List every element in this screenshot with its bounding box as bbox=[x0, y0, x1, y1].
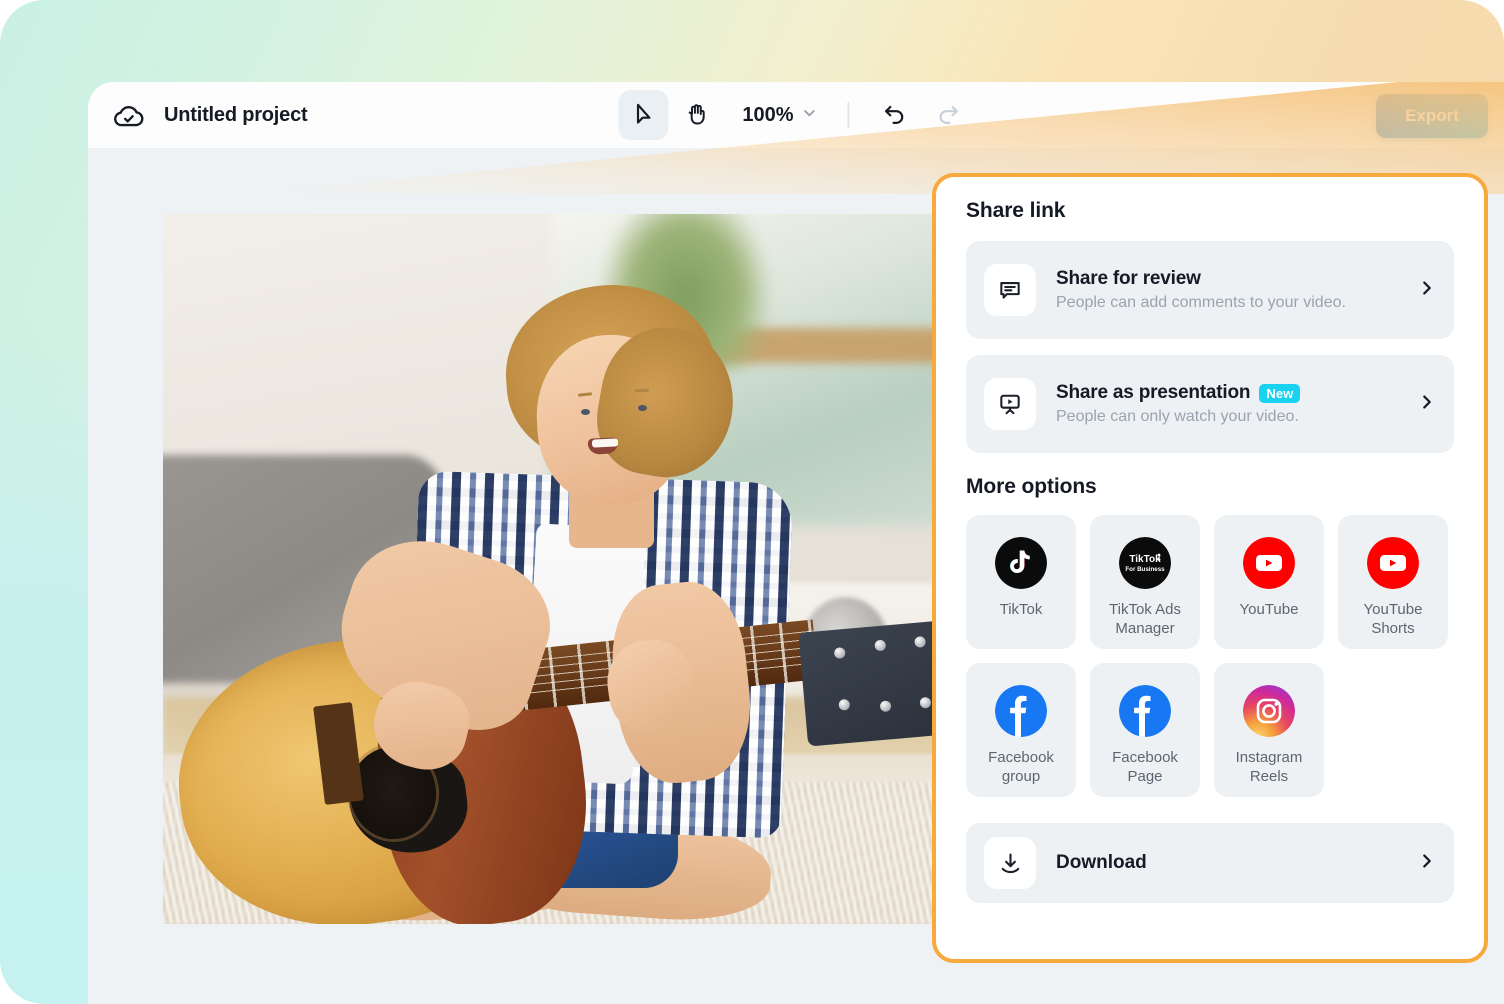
zoom-level-value: 100% bbox=[742, 104, 793, 127]
share-as-presentation-row[interactable]: Share as presentation New People can onl… bbox=[966, 355, 1454, 453]
share-for-review-title: Share for review bbox=[1056, 268, 1201, 290]
tiktok-icon bbox=[995, 537, 1047, 589]
select-tool-button[interactable] bbox=[618, 90, 668, 140]
select-cursor-icon bbox=[630, 101, 656, 130]
photo-guitar-tuner bbox=[874, 639, 886, 651]
hand-pan-icon bbox=[684, 101, 710, 130]
facebook-icon bbox=[995, 685, 1047, 737]
page-title: Untitled project bbox=[164, 104, 307, 127]
share-as-presentation-title: Share as presentation bbox=[1056, 382, 1250, 404]
tile-tiktok-ads-manager[interactable]: TikTok For Business TikTok Ads Manager bbox=[1090, 515, 1200, 649]
zoom-level-control[interactable]: 100% bbox=[726, 104, 827, 127]
photo-guitar-tuner bbox=[838, 699, 850, 711]
screenshot-root: Untitled project bbox=[0, 0, 1504, 1004]
top-toolbar: Untitled project bbox=[88, 82, 1504, 148]
tile-label: Facebook group bbox=[966, 749, 1076, 787]
tile-facebook-page[interactable]: Facebook Page bbox=[1090, 663, 1200, 797]
photo-guitar-tuner bbox=[879, 700, 891, 712]
share-as-presentation-title-line: Share as presentation New bbox=[1056, 382, 1418, 404]
undo-icon bbox=[882, 101, 908, 130]
project-brand-zone: Untitled project bbox=[88, 98, 307, 132]
photo-guitar-tuner bbox=[919, 696, 931, 708]
video-preview-image bbox=[163, 214, 943, 924]
photo-boy-teeth bbox=[592, 438, 618, 447]
canvas-tools: 100% bbox=[618, 90, 973, 140]
youtube-shorts-icon bbox=[1367, 537, 1419, 589]
social-destinations-grid: TikTok TikTok For Business TikTok Ads Ma… bbox=[966, 515, 1454, 797]
photo-boy-eye-left bbox=[581, 409, 590, 415]
facebook-icon bbox=[1119, 685, 1171, 737]
share-as-presentation-text: Share as presentation New People can onl… bbox=[1036, 382, 1418, 426]
redo-button[interactable] bbox=[924, 90, 974, 140]
presentation-play-icon bbox=[984, 378, 1036, 430]
tile-label: TikTok bbox=[996, 601, 1047, 620]
download-icon bbox=[984, 837, 1036, 889]
photo-guitar-headstock bbox=[798, 619, 943, 746]
download-label: Download bbox=[1036, 852, 1418, 874]
export-button[interactable]: Export bbox=[1376, 94, 1488, 138]
photo-guitar-tuner bbox=[914, 635, 926, 647]
photo-boy-eye-right bbox=[638, 405, 647, 411]
share-for-review-title-line: Share for review bbox=[1056, 268, 1418, 290]
tile-youtube[interactable]: YouTube bbox=[1214, 515, 1324, 649]
toolbar-divider bbox=[848, 102, 850, 128]
tile-instagram-reels[interactable]: Instagram Reels bbox=[1214, 663, 1324, 797]
tile-label: Facebook Page bbox=[1090, 749, 1200, 787]
tile-tiktok[interactable]: TikTok bbox=[966, 515, 1076, 649]
share-as-presentation-subtitle: People can only watch your video. bbox=[1056, 408, 1418, 426]
share-for-review-subtitle: People can add comments to your video. bbox=[1056, 294, 1418, 312]
cloud-check-icon bbox=[112, 98, 146, 132]
photo-guitar-tuner bbox=[834, 647, 846, 659]
more-options-heading: More options bbox=[966, 475, 1454, 499]
share-link-heading: Share link bbox=[966, 199, 1454, 223]
tile-facebook-group[interactable]: Facebook group bbox=[966, 663, 1076, 797]
tile-label: Instagram Reels bbox=[1214, 749, 1324, 787]
instagram-icon bbox=[1243, 685, 1295, 737]
share-for-review-text: Share for review People can add comments… bbox=[1036, 268, 1418, 312]
chevron-right-icon bbox=[1418, 279, 1436, 302]
tile-label: YouTube bbox=[1236, 601, 1303, 620]
chevron-right-icon bbox=[1418, 393, 1436, 416]
svg-text:For Business: For Business bbox=[1125, 566, 1165, 573]
tile-youtube-shorts[interactable]: YouTube Shorts bbox=[1338, 515, 1448, 649]
comment-bubble-icon bbox=[984, 264, 1036, 316]
chevron-right-icon bbox=[1418, 852, 1436, 875]
undo-button[interactable] bbox=[870, 90, 920, 140]
photo-boy-brow-right bbox=[635, 388, 649, 392]
share-panel: Share link Share for review People can a… bbox=[932, 173, 1488, 963]
svg-text:TikTok: TikTok bbox=[1129, 554, 1161, 565]
video-canvas[interactable] bbox=[163, 214, 943, 924]
redo-icon bbox=[936, 101, 962, 130]
new-badge: New bbox=[1259, 384, 1300, 403]
tiktok-for-business-icon: TikTok For Business bbox=[1119, 537, 1171, 589]
tile-label: TikTok Ads Manager bbox=[1090, 601, 1200, 639]
tile-label: YouTube Shorts bbox=[1338, 601, 1448, 639]
share-for-review-row[interactable]: Share for review People can add comments… bbox=[966, 241, 1454, 339]
download-row[interactable]: Download bbox=[966, 823, 1454, 903]
youtube-icon bbox=[1243, 537, 1295, 589]
hand-tool-button[interactable] bbox=[672, 90, 722, 140]
chevron-down-icon bbox=[802, 105, 818, 126]
